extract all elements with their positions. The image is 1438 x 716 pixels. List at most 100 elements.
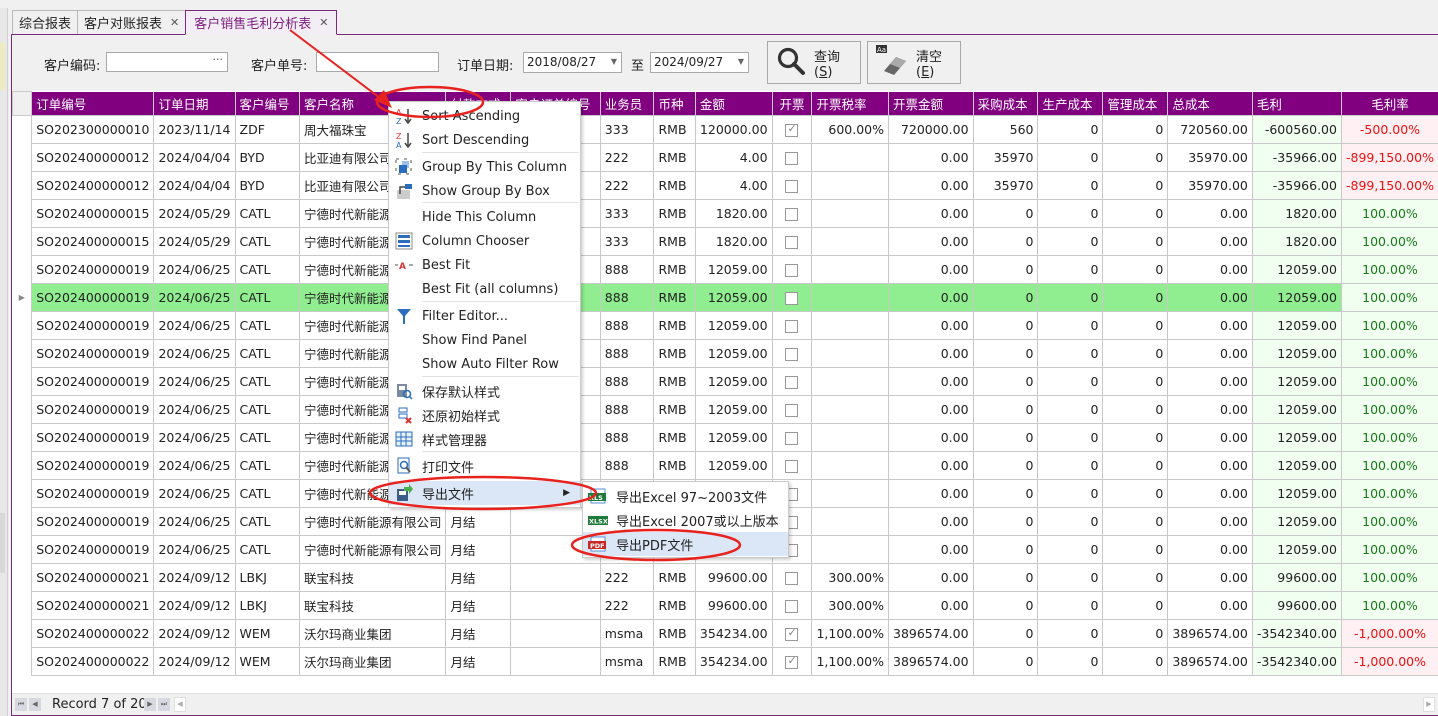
table-cell[interactable]: 888 [599, 395, 655, 424]
table-cell[interactable]: 宁德时代新能源有限公司 [298, 535, 447, 564]
table-cell[interactable]: 2024/06/25 [153, 395, 236, 424]
close-icon[interactable]: ✕ [319, 16, 328, 29]
table-row[interactable]: SO202400000015 2024/05/29 CATL 宁德时代新能源有限公司 3… [12, 199, 1438, 228]
table-cell[interactable]: BYD [234, 171, 300, 200]
table-cell[interactable]: 0.00 [1167, 507, 1253, 536]
table-cell[interactable]: RMB [653, 255, 696, 284]
table-cell[interactable]: 0 [1037, 591, 1104, 620]
table-cell[interactable]: SO202400000019 [31, 479, 155, 508]
table-cell[interactable]: 100.00% [1340, 563, 1438, 592]
tab-gross-profit-analysis[interactable]: 客户销售毛利分析表 ✕ [185, 10, 338, 35]
table-cell[interactable]: 0 [1037, 143, 1104, 172]
menu-item-show-auto-filter-row[interactable]: Show Auto Filter Row [389, 352, 580, 376]
export-xls-item[interactable]: XLS 导出Excel 97~2003文件 [583, 484, 788, 508]
last-record-icon[interactable]: ⏭ [158, 698, 170, 711]
table-cell[interactable]: SO202300000010 [31, 115, 155, 144]
table-row[interactable]: SO202400000012 2024/04/04 BYD 比亚迪有限公司 222 RMB… [12, 143, 1438, 172]
table-cell[interactable]: ZDF [234, 115, 300, 144]
table-row[interactable]: SO2024000000192024/06/25CATL宁德时代新能源有限公司8… [12, 367, 1438, 396]
column-header[interactable]: 业务员 [600, 91, 655, 116]
customer-code-input[interactable]: ··· [106, 52, 228, 72]
table-cell[interactable]: 0 [1102, 563, 1169, 592]
table-cell[interactable]: -3542340.00 [1251, 619, 1342, 648]
table-cell[interactable]: 2024/06/25 [153, 255, 236, 284]
table-cell[interactable]: 3896574.00 [1167, 647, 1253, 676]
table-cell[interactable]: SO202400000012 [31, 171, 155, 200]
table-cell[interactable]: 35970.00 [1167, 143, 1253, 172]
row-indicator[interactable] [12, 367, 33, 396]
row-indicator[interactable] [12, 647, 33, 676]
table-cell[interactable]: 0 [1102, 199, 1169, 228]
table-cell[interactable]: RMB [653, 199, 696, 228]
table-cell[interactable] [811, 255, 889, 284]
table-cell[interactable] [771, 619, 813, 648]
menu-item-group-by-this-column[interactable]: Group By This Column [389, 155, 580, 179]
table-cell[interactable]: 0 [1037, 507, 1104, 536]
table-cell[interactable]: 0 [972, 591, 1039, 620]
table-cell[interactable]: 0.00 [888, 227, 974, 256]
row-indicator[interactable] [12, 339, 33, 368]
row-indicator[interactable] [12, 451, 33, 480]
table-cell[interactable]: 12059.00 [694, 255, 773, 284]
table-cell[interactable]: 0 [1102, 115, 1169, 144]
table-cell[interactable] [771, 591, 813, 620]
table-cell[interactable]: 2024/06/25 [153, 311, 236, 340]
table-row[interactable]: SO202400000021 2024/09/12 LBKJ 联宝科技 月结 222 RMB… [12, 591, 1438, 620]
table-cell[interactable]: RMB [653, 171, 696, 200]
table-row[interactable]: SO2024000000192024/06/25CATL宁德时代新能源有限公司8… [12, 395, 1438, 424]
invoice-checkbox[interactable] [785, 264, 799, 277]
table-cell[interactable]: 100.00% [1340, 311, 1438, 340]
table-cell[interactable]: SO202400000021 [31, 563, 155, 592]
table-cell[interactable]: CATL [234, 227, 300, 256]
table-cell[interactable]: BYD [234, 143, 300, 172]
table-cell[interactable]: 0 [972, 619, 1039, 648]
menu-item-best-fit[interactable]: A Best Fit [389, 253, 580, 277]
table-cell[interactable]: 0.00 [1167, 199, 1253, 228]
table-cell[interactable]: SO202400000019 [31, 339, 155, 368]
row-indicator[interactable] [12, 227, 33, 256]
scroll-right-icon[interactable]: ▶ [1423, 697, 1435, 712]
table-cell[interactable] [811, 199, 889, 228]
table-cell[interactable]: 2024/06/25 [153, 339, 236, 368]
table-cell[interactable] [811, 227, 889, 256]
table-cell[interactable]: 2024/06/25 [153, 479, 236, 508]
column-header[interactable]: 管理成本 [1102, 91, 1169, 116]
column-header[interactable]: 开票 [772, 91, 813, 116]
table-cell[interactable]: 0 [1102, 143, 1169, 172]
invoice-checkbox[interactable] [785, 320, 799, 333]
table-cell[interactable]: RMB [653, 227, 696, 256]
table-row[interactable]: SO202400000012 2024/04/04 BYD 比亚迪有限公司 222 RMB… [12, 171, 1438, 200]
table-cell[interactable]: 0.00 [888, 395, 974, 424]
table-cell[interactable]: 0 [972, 479, 1039, 508]
table-cell[interactable]: 月结 [445, 535, 512, 564]
table-cell[interactable]: 12059.00 [694, 423, 773, 452]
table-cell[interactable]: RMB [653, 647, 696, 676]
table-cell[interactable]: 99600.00 [1251, 591, 1342, 620]
table-cell[interactable]: 12059.00 [1251, 423, 1342, 452]
table-cell[interactable]: 300.00% [811, 563, 889, 592]
table-cell[interactable]: RMB [653, 283, 696, 312]
table-cell[interactable]: -899,150.00% [1340, 143, 1438, 172]
table-cell[interactable]: 0 [1102, 451, 1169, 480]
table-cell[interactable]: 0 [1037, 283, 1104, 312]
table-cell[interactable]: 0 [1037, 339, 1104, 368]
table-cell[interactable]: 300.00% [811, 591, 889, 620]
table-cell[interactable]: 0.00 [1167, 311, 1253, 340]
invoice-checkbox[interactable] [785, 432, 799, 445]
invoice-checkbox[interactable] [785, 600, 799, 613]
table-cell[interactable]: RMB [653, 311, 696, 340]
table-cell[interactable]: -35966.00 [1251, 143, 1342, 172]
table-cell[interactable]: CATL [234, 535, 300, 564]
menu-item-export[interactable]: 导出文件 ▶ [389, 481, 580, 505]
table-cell[interactable]: 3896574.00 [1167, 619, 1253, 648]
table-cell[interactable]: 100.00% [1340, 339, 1438, 368]
table-cell[interactable]: 333 [599, 199, 655, 228]
menu-item-show-group-by-box[interactable]: Show Group By Box [389, 179, 580, 203]
table-cell[interactable]: 0.00 [1167, 535, 1253, 564]
table-cell[interactable]: 12059.00 [1251, 395, 1342, 424]
table-cell[interactable] [771, 451, 813, 480]
invoice-checkbox[interactable] [785, 348, 799, 361]
table-cell[interactable]: 2024/05/29 [153, 227, 236, 256]
row-indicator[interactable] [12, 171, 33, 200]
table-cell[interactable]: 12059.00 [1251, 255, 1342, 284]
